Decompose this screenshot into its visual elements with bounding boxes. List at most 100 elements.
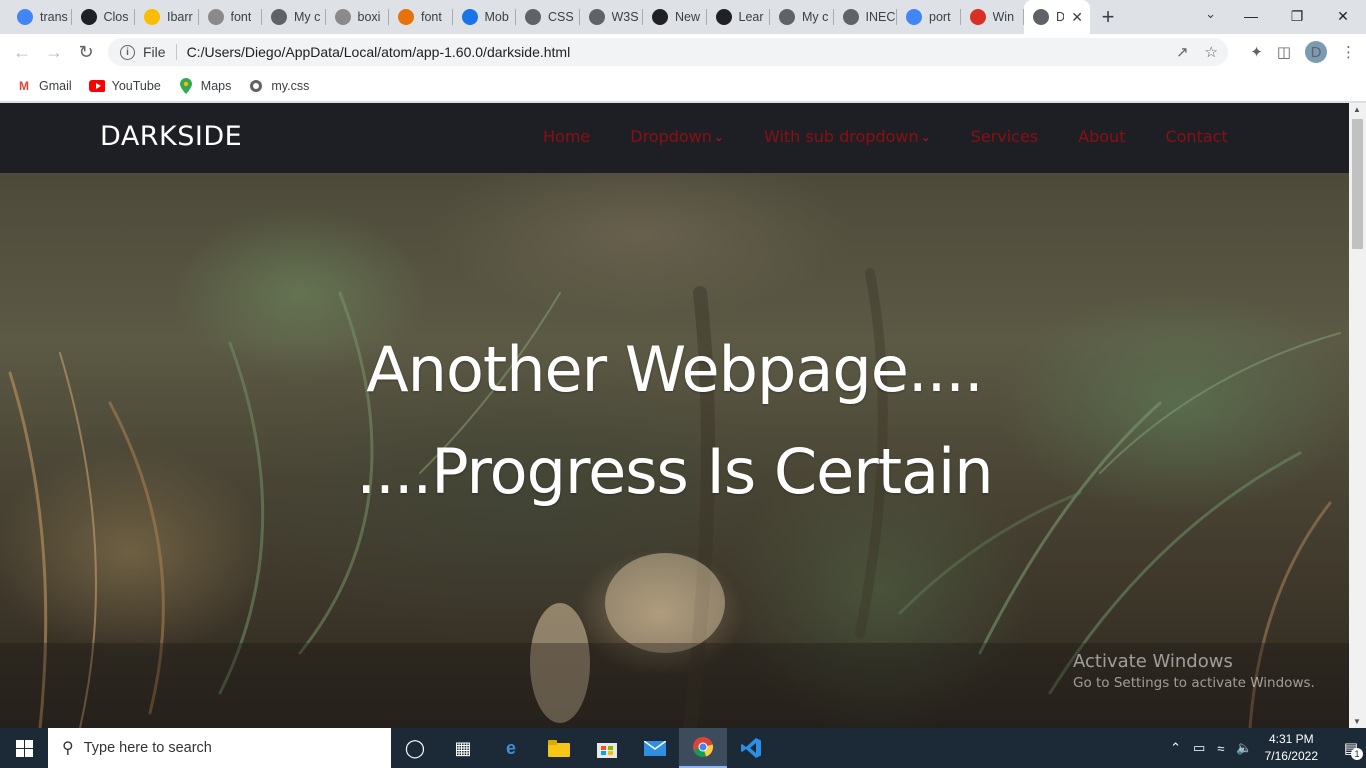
- drive-icon: [80, 9, 97, 25]
- globe-icon: [525, 9, 541, 25]
- taskbar-search-box[interactable]: ⚲ Type here to search: [48, 728, 391, 768]
- mail-icon[interactable]: [631, 728, 679, 768]
- browser-tab-strip: trans Clos Ibarr font My c boxi font Mob CSS W3S N…: [0, 0, 1366, 34]
- bookmark-gmail[interactable]: M Gmail: [16, 79, 72, 93]
- tab-title: Win: [992, 10, 1015, 24]
- tab-search-chevron-icon[interactable]: ⌄: [1205, 6, 1216, 22]
- menu-label: Dropdown: [630, 127, 712, 146]
- browser-tab[interactable]: Ibarr: [135, 0, 199, 34]
- forward-button[interactable]: →: [38, 36, 70, 68]
- window-controls: — ❐ ✕: [1228, 0, 1366, 32]
- start-button[interactable]: [0, 728, 48, 768]
- vscode-icon[interactable]: [727, 728, 775, 768]
- side-panel-icon[interactable]: ◫: [1277, 43, 1291, 61]
- back-button[interactable]: ←: [6, 36, 38, 68]
- store-icon[interactable]: [583, 728, 631, 768]
- bookmark-star-icon[interactable]: ☆: [1205, 43, 1218, 61]
- scrollbar-thumb[interactable]: [1352, 119, 1363, 249]
- browser-tab[interactable]: port: [897, 0, 961, 34]
- gmail-icon: M: [19, 78, 29, 93]
- box-icon: [334, 9, 351, 25]
- bookmark-youtube[interactable]: YouTube: [88, 79, 161, 93]
- tab-title: font: [230, 10, 252, 24]
- address-divider: [175, 44, 177, 60]
- tab-title: Lear: [738, 10, 764, 24]
- tab-title: Ibarr: [167, 10, 193, 24]
- browser-tab[interactable]: Mob: [453, 0, 517, 34]
- menu-item-home[interactable]: Home: [543, 127, 590, 146]
- browser-tab[interactable]: Win: [961, 0, 1025, 34]
- browser-tab[interactable]: W3S: [580, 0, 644, 34]
- battery-icon[interactable]: ▭: [1193, 740, 1205, 756]
- menu-kebab-icon[interactable]: ⋮: [1341, 43, 1356, 61]
- scroll-up-arrow-icon[interactable]: ▲: [1353, 105, 1361, 114]
- browser-tab[interactable]: boxi: [326, 0, 390, 34]
- notification-count-badge: 1: [1351, 748, 1363, 760]
- menu-label: Contact: [1165, 127, 1228, 146]
- minimize-button[interactable]: —: [1228, 0, 1274, 32]
- edge-icon[interactable]: e: [487, 728, 535, 768]
- chevron-down-icon: ⌄: [713, 129, 724, 144]
- clock-date: 7/16/2022: [1264, 749, 1318, 763]
- url-text[interactable]: C:/Users/Diego/AppData/Local/atom/app-1.…: [187, 44, 571, 60]
- hero-banner: Another Webpage.... ....Progress Is Cert…: [0, 173, 1349, 728]
- globe-icon: [588, 9, 605, 25]
- tab-title: My c: [294, 10, 321, 24]
- c-icon: [969, 9, 986, 25]
- scroll-down-arrow-icon[interactable]: ▼: [1353, 717, 1361, 726]
- restore-button[interactable]: ❐: [1274, 0, 1320, 32]
- extensions-puzzle-icon[interactable]: ✦: [1250, 43, 1263, 61]
- menu-item-contact[interactable]: Contact: [1165, 127, 1227, 146]
- share-icon[interactable]: ↗: [1176, 43, 1189, 61]
- browser-tab[interactable]: font: [199, 0, 263, 34]
- profile-avatar[interactable]: D: [1305, 41, 1327, 63]
- site-info-icon[interactable]: i: [120, 44, 135, 60]
- youtube-icon: [88, 79, 105, 93]
- browser-tab[interactable]: font: [389, 0, 453, 34]
- volume-icon[interactable]: 🔈: [1236, 740, 1252, 756]
- hero-heading-line-1: Another Webpage....: [366, 333, 983, 406]
- address-bar[interactable]: i File C:/Users/Diego/AppData/Local/atom…: [108, 38, 1228, 66]
- browser-tab[interactable]: New: [643, 0, 707, 34]
- bookmark-maps[interactable]: Maps: [178, 77, 231, 94]
- browser-tab[interactable]: INEC: [834, 0, 898, 34]
- bookmark-my-css[interactable]: my.css: [248, 79, 309, 93]
- file-explorer-icon[interactable]: [535, 728, 583, 768]
- chrome-icon[interactable]: [679, 728, 727, 768]
- task-view-icon[interactable]: ▦: [439, 728, 487, 768]
- browser-tab[interactable]: Lear: [707, 0, 771, 34]
- browser-tab[interactable]: Clos: [72, 0, 136, 34]
- cortana-icon[interactable]: ◯: [391, 728, 439, 768]
- windows-logo-icon: [15, 739, 33, 757]
- page-scrollbar[interactable]: ▲ ▼: [1349, 103, 1366, 728]
- menu-item-about[interactable]: About: [1078, 127, 1125, 146]
- menu-item-services[interactable]: Services: [971, 127, 1038, 146]
- google-icon: [906, 9, 922, 25]
- browser-tab[interactable]: D ✕: [1024, 0, 1090, 34]
- new-tab-button[interactable]: +: [1090, 0, 1126, 34]
- menu-item-dropdown[interactable]: Dropdown ⌄: [630, 127, 724, 146]
- reload-button[interactable]: ↻: [70, 36, 102, 68]
- bookmarks-bar: M Gmail YouTube Maps my.css: [0, 70, 1366, 102]
- chevron-up-icon[interactable]: ⌃: [1170, 740, 1181, 756]
- menu-item-sub-dropdown[interactable]: With sub dropdown ⌄: [764, 127, 931, 146]
- notification-center-icon[interactable]: ▤ 1: [1336, 728, 1366, 768]
- browser-tab[interactable]: My c: [262, 0, 326, 34]
- globe-icon: [248, 79, 264, 93]
- chevron-down-icon: ⌄: [920, 129, 931, 144]
- system-tray: ⌃ ▭ ≈ 🔈 4:31 PM 7/16/2022 ▤ 1: [1170, 728, 1366, 768]
- browser-tab[interactable]: CSS: [516, 0, 580, 34]
- tab-title: Clos: [103, 10, 129, 24]
- close-window-button[interactable]: ✕: [1320, 0, 1366, 32]
- globe-icon: [842, 9, 859, 25]
- close-tab-icon[interactable]: ✕: [1071, 9, 1083, 26]
- browser-tab[interactable]: trans: [8, 0, 72, 34]
- menu-label: About: [1078, 127, 1126, 146]
- tab-title: New: [675, 10, 701, 24]
- wifi-icon[interactable]: ≈: [1217, 741, 1224, 756]
- site-logo[interactable]: DARKSIDE: [100, 121, 242, 152]
- globe-icon: [779, 9, 795, 25]
- github-icon: [652, 9, 668, 25]
- system-clock[interactable]: 4:31 PM 7/16/2022: [1265, 731, 1318, 765]
- browser-tab[interactable]: My c: [770, 0, 834, 34]
